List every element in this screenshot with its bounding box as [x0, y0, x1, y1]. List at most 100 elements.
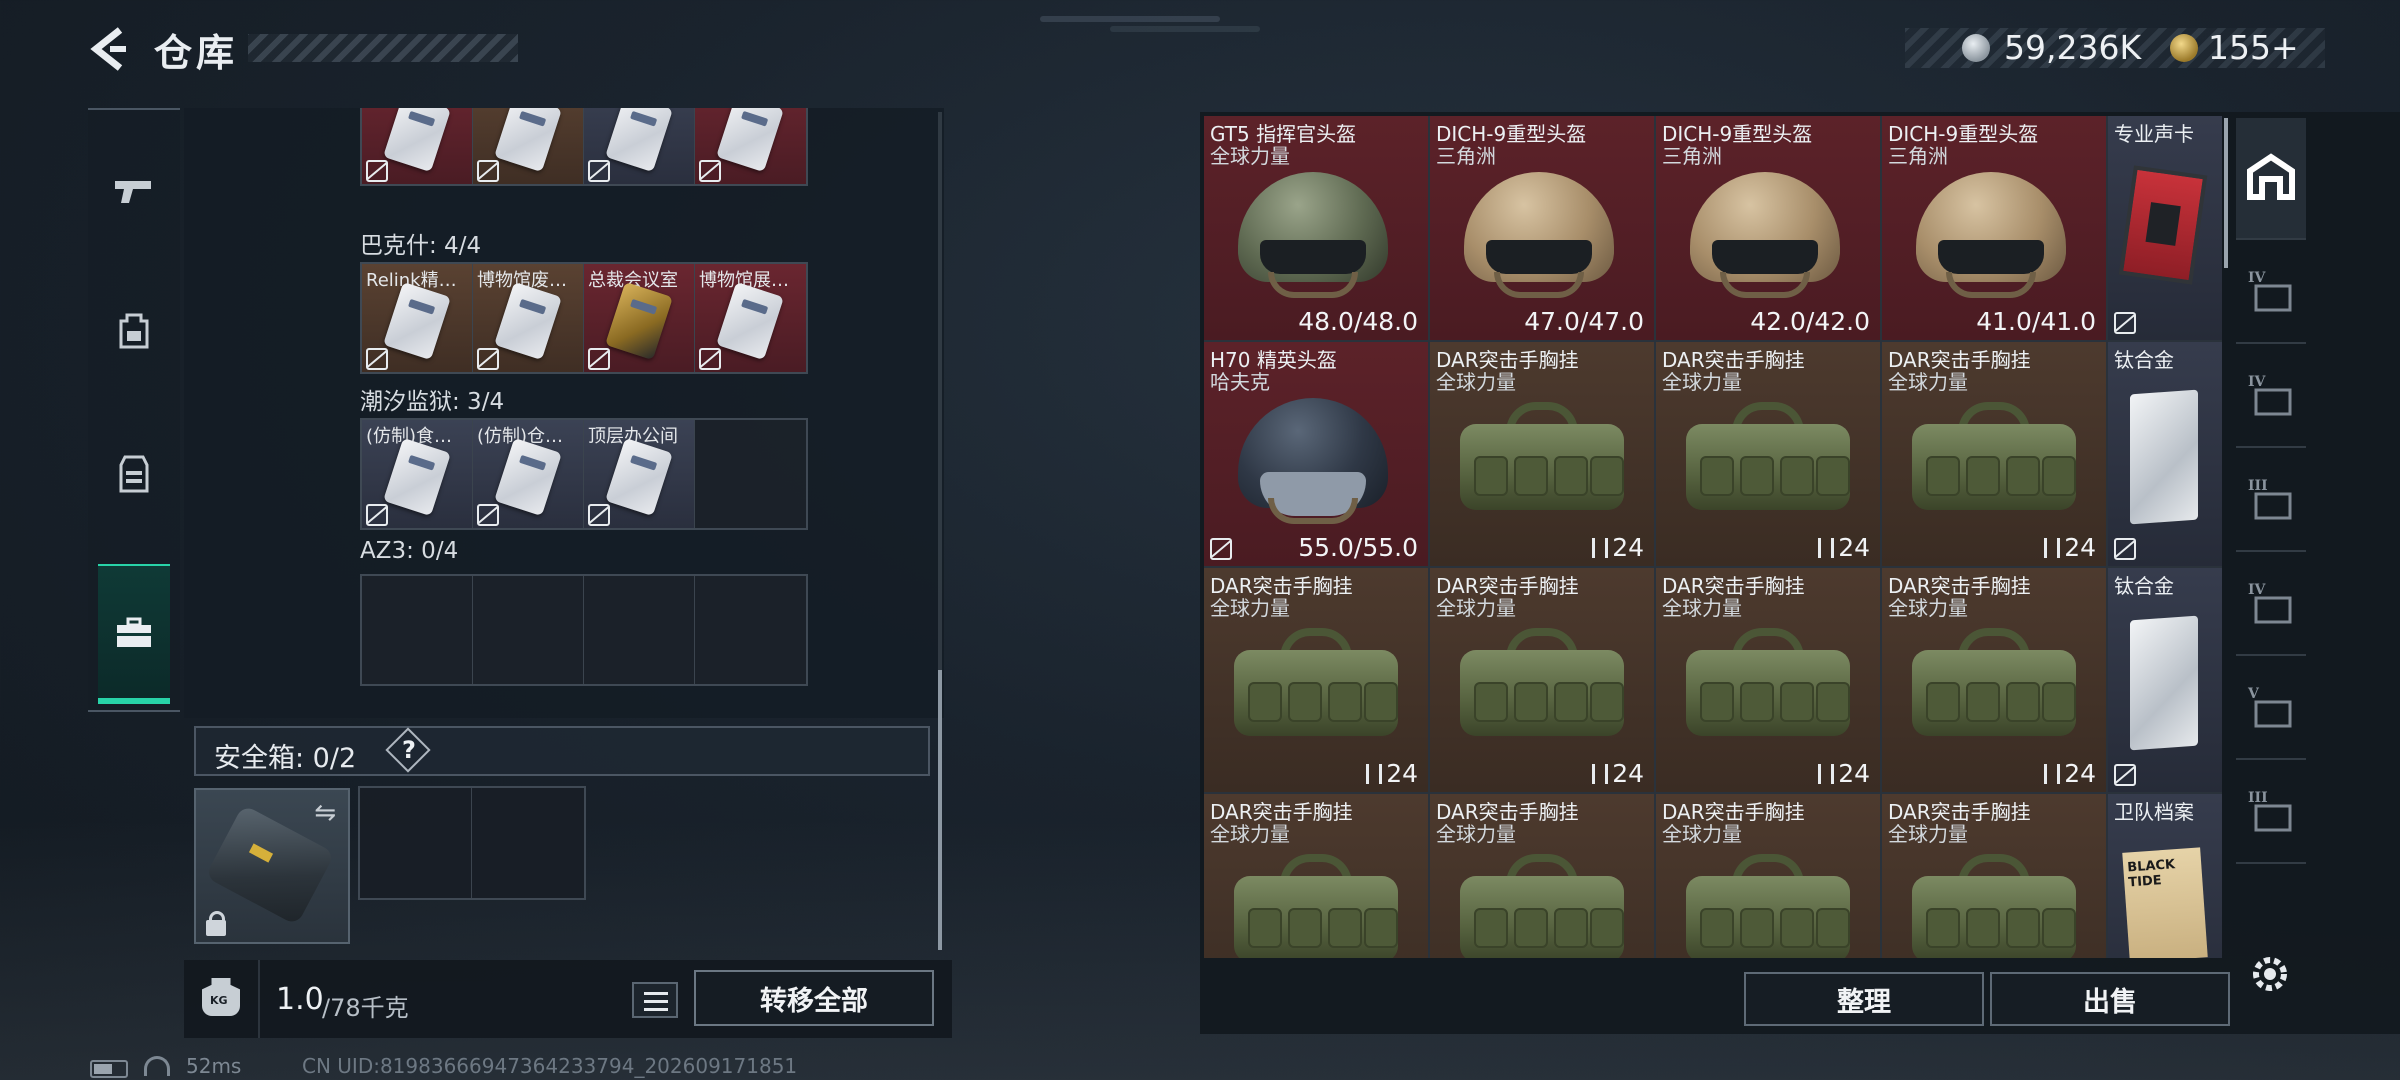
- keycard-slot[interactable]: 博物馆废…: [473, 264, 584, 372]
- empty-keycard-slot[interactable]: [695, 576, 806, 684]
- tab-iv-plus-icon: IV: [2248, 270, 2292, 312]
- storage-tab[interactable]: IV: [2236, 556, 2306, 656]
- transfer-all-button[interactable]: 转移全部: [694, 970, 934, 1026]
- vest-icon: [119, 455, 149, 493]
- keycard-row: Relink精… 博物馆废… 总裁会议室 博物馆展…: [360, 262, 808, 374]
- titanium-plate-icon: [2130, 389, 2198, 525]
- capacity-value: 24: [2064, 759, 2096, 788]
- keycard-icon: [605, 108, 673, 173]
- inventory-item[interactable]: 钛合金: [2108, 568, 2222, 792]
- inventory-item[interactable]: DAR突击手胸挂 全球力量 24: [1656, 568, 1880, 792]
- nav-backpacks[interactable]: [88, 260, 180, 400]
- keycard-slot[interactable]: 监室核心: [695, 108, 806, 184]
- keycard-slot[interactable]: 数据中心: [473, 108, 584, 184]
- safebox-case-slot[interactable]: ⇋: [194, 788, 350, 944]
- keycard-slot[interactable]: (仿制)仓…: [473, 420, 584, 528]
- keycard-slot[interactable]: 服务器室: [362, 108, 473, 184]
- item-faction: 哈夫克: [1210, 370, 1270, 394]
- storage-tab[interactable]: III: [2236, 452, 2306, 552]
- empty-keycard-slot[interactable]: [695, 420, 806, 528]
- inventory-item[interactable]: DAR突击手胸挂 全球力量 24: [1882, 568, 2106, 792]
- inventory-item[interactable]: DICH-9重型头盔 三角洲 41.0/41.0: [1882, 116, 2106, 340]
- nav-weapons[interactable]: [88, 120, 180, 260]
- inventory-item[interactable]: DAR突击手胸挂 全球力量 24: [1204, 568, 1428, 792]
- inventory-item[interactable]: DAR突击手胸挂 全球力量: [1656, 794, 1880, 958]
- empty-keycard-slot[interactable]: [473, 576, 584, 684]
- keycard-slot[interactable]: 员工通道: [584, 108, 695, 184]
- storage-tab[interactable]: IV: [2236, 244, 2306, 344]
- back-arrow-icon[interactable]: [86, 24, 136, 74]
- keycard-slot[interactable]: (仿制)食…: [362, 420, 473, 528]
- gear-icon[interactable]: [2246, 950, 2294, 998]
- inventory-item[interactable]: DAR突击手胸挂 全球力量: [1204, 794, 1428, 958]
- storage-tabs: IV IV III IV V III: [2228, 112, 2314, 932]
- keycard-row: 服务器室数据中心员工通道监室核心: [360, 108, 808, 186]
- item-name: 钛合金: [2114, 348, 2174, 372]
- dossier-icon: BLACK TIDE: [2122, 847, 2208, 958]
- dossier-cover-text: BLACK TIDE: [2126, 857, 2176, 891]
- keycard-slot[interactable]: 总裁会议室: [584, 264, 695, 372]
- inventory-item[interactable]: DAR突击手胸挂 全球力量 24: [1430, 342, 1654, 566]
- inventory-item[interactable]: DAR突击手胸挂 全球力量: [1430, 794, 1654, 958]
- page-title: 仓库: [154, 31, 239, 75]
- keycard-slot[interactable]: 博物馆展…: [695, 264, 806, 372]
- empty-keycard-slot[interactable]: [584, 576, 695, 684]
- tab-tier-label: IV: [2248, 270, 2267, 286]
- storage-tab[interactable]: III: [2236, 764, 2306, 864]
- item-capacity: 24: [1592, 533, 1644, 562]
- inventory-item[interactable]: DAR突击手胸挂 全球力量: [1882, 794, 2106, 958]
- inventory-item[interactable]: DICH-9重型头盔 三角洲 42.0/42.0: [1656, 116, 1880, 340]
- keycard-icon: [605, 437, 673, 517]
- tab-iv-case-icon: IV: [2248, 582, 2292, 624]
- weight-bar: KG 1.0 /78千克 转移全部: [184, 960, 952, 1038]
- inventory-item[interactable]: GT5 指挥官头盔 全球力量 48.0/48.0: [1204, 116, 1428, 340]
- inventory-item[interactable]: DAR突击手胸挂 全球力量 24: [1430, 568, 1654, 792]
- item-faction: 全球力量: [1888, 596, 1968, 620]
- tab-tier-label: IV: [2248, 374, 2267, 390]
- nav-vests[interactable]: [88, 404, 180, 544]
- keycard-icon: [383, 108, 451, 173]
- storage-tab[interactable]: IV: [2236, 348, 2306, 448]
- storage-tab[interactable]: [2236, 118, 2306, 240]
- empty-keycard-slot[interactable]: [362, 576, 473, 684]
- inventory-item[interactable]: H70 精英头盔 哈夫克 55.0/55.0: [1204, 342, 1428, 566]
- capacity-icon: [1592, 538, 1609, 558]
- keycard-row: (仿制)食… (仿制)仓… 顶层办公间: [360, 418, 808, 530]
- keycard-slot[interactable]: Relink精…: [362, 264, 473, 372]
- nav-keys[interactable]: [98, 564, 170, 704]
- capacity-value: 24: [1838, 759, 1870, 788]
- scrollbar-thumb[interactable]: [938, 670, 942, 950]
- tab-tier-label: III: [2248, 478, 2268, 494]
- item-capacity: 24: [2044, 533, 2096, 562]
- tab-v-case-icon: V: [2247, 686, 2292, 728]
- weight-icon-label: KG: [210, 994, 228, 1007]
- inventory-item[interactable]: 专业声卡: [2108, 116, 2222, 340]
- sell-button[interactable]: 出售: [1990, 972, 2230, 1026]
- keycard-icon: [494, 281, 562, 361]
- inventory-item[interactable]: DICH-9重型头盔 三角洲 47.0/47.0: [1430, 116, 1654, 340]
- backpack-icon: [119, 313, 149, 349]
- storage-tab[interactable]: V: [2236, 660, 2306, 760]
- gold-currency-amount[interactable]: 155+: [2208, 28, 2299, 67]
- inventory-item[interactable]: DAR突击手胸挂 全球力量 24: [1882, 342, 2106, 566]
- safebox-empty-slot[interactable]: [472, 788, 584, 898]
- sort-button[interactable]: 整理: [1744, 972, 1984, 1026]
- safebox-empty-slot[interactable]: [360, 788, 472, 898]
- keycard-slot[interactable]: 顶层办公间: [584, 420, 695, 528]
- inventory-item[interactable]: 钛合金: [2108, 342, 2222, 566]
- help-icon[interactable]: ?: [397, 736, 421, 764]
- title-decoration: [248, 34, 518, 62]
- capacity-value: 24: [2064, 533, 2096, 562]
- swap-icon[interactable]: ⇋: [314, 798, 336, 828]
- tab-tier-label: IV: [2248, 582, 2267, 598]
- item-durability: 55.0/55.0: [1298, 533, 1418, 562]
- inventory-item[interactable]: BLACK TIDE 卫队档案: [2108, 794, 2222, 958]
- no-trade-icon: [2114, 764, 2136, 786]
- inventory-item[interactable]: DAR突击手胸挂 全球力量 24: [1656, 342, 1880, 566]
- chest-rig-icon: [1912, 402, 2076, 522]
- item-faction: 全球力量: [1662, 822, 1742, 846]
- list-view-button[interactable]: [632, 982, 678, 1018]
- keycard-icon: [383, 437, 451, 517]
- keycard-row: [360, 574, 808, 686]
- chest-rig-icon: [1912, 628, 2076, 748]
